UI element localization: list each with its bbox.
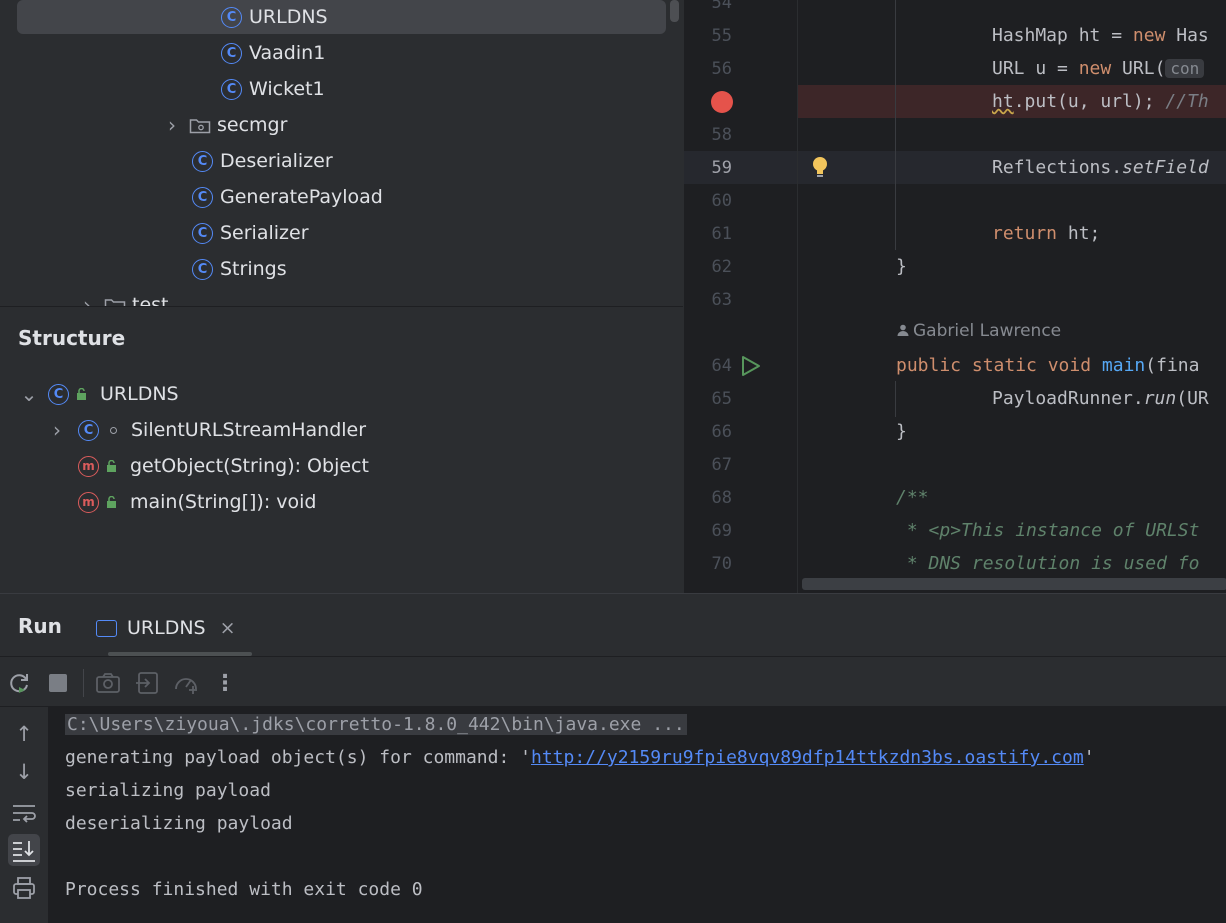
- console-line: serializing payload: [65, 780, 271, 801]
- console-line: Process finished with exit code 0: [65, 879, 423, 900]
- person-icon: [897, 324, 909, 336]
- console-side-toolbar: ↑ ↓: [0, 707, 48, 923]
- code-editor[interactable]: 54 55 56 58 59 60 61 62 63 64 65 66 67 6…: [683, 0, 1226, 593]
- tree-item-secmgr[interactable]: › secmgr: [163, 107, 287, 143]
- class-icon: C: [78, 419, 99, 441]
- structure-item-getobject[interactable]: m getObject(String): Object: [78, 448, 369, 484]
- code-line-64: public static void main(fina: [896, 355, 1200, 376]
- project-tree-panel: C URLDNS C Vaadin1 C Wicket1 › secmgr C …: [0, 0, 683, 306]
- tree-item-label: Vaadin1: [249, 42, 326, 64]
- tree-item-serializer[interactable]: C Serializer: [192, 215, 309, 251]
- run-panel-title: Run: [18, 614, 62, 638]
- tree-item-test[interactable]: › test: [78, 287, 169, 306]
- code-line-55: HashMap ht = new Has: [992, 25, 1209, 46]
- tree-item-generatepayload[interactable]: C GeneratePayload: [192, 179, 383, 215]
- chevron-right-icon[interactable]: ›: [48, 418, 66, 442]
- structure-item-label: getObject(String): Object: [130, 455, 369, 477]
- class-icon: C: [192, 258, 213, 280]
- code-line-68: /**: [896, 487, 929, 508]
- camera-icon[interactable]: [95, 670, 121, 696]
- tree-item-deserializer[interactable]: C Deserializer: [192, 143, 333, 179]
- public-lock-icon: [107, 496, 116, 508]
- run-toolbar: ⋮: [0, 656, 1226, 707]
- public-lock-icon: [107, 460, 116, 472]
- restore-layout-icon[interactable]: [135, 670, 161, 696]
- code-line-61: return ht;: [992, 223, 1101, 244]
- tree-item-label: test: [132, 294, 169, 306]
- tree-item-wicket1[interactable]: C Wicket1: [221, 71, 325, 107]
- class-icon: C: [221, 6, 242, 28]
- console-icon: [96, 619, 117, 637]
- tree-item-strings[interactable]: C Strings: [192, 251, 287, 287]
- console-link[interactable]: http://y2159ru9fpie8vqv89dfp14ttkzdn3bs.…: [531, 747, 1084, 768]
- arrow-up-icon[interactable]: ↑: [8, 718, 40, 750]
- method-icon: m: [78, 455, 99, 477]
- parameter-hint: con: [1165, 59, 1205, 78]
- console-output[interactable]: C:\Users\ziyoua\.jdks\corretto-1.8.0_442…: [48, 707, 1226, 923]
- code-line-65: PayloadRunner.run(UR: [992, 388, 1209, 409]
- stop-icon[interactable]: [45, 670, 71, 696]
- tree-scrollbar[interactable]: [670, 0, 679, 22]
- chevron-down-icon[interactable]: ⌄: [20, 382, 38, 406]
- console-command-line[interactable]: C:\Users\ziyoua\.jdks\corretto-1.8.0_442…: [65, 711, 687, 739]
- structure-item-label: main(String[]): void: [130, 491, 317, 513]
- code-line-57: ht.put(u, url); //Th: [992, 91, 1209, 112]
- console-line: deserializing payload: [65, 813, 293, 834]
- print-icon[interactable]: [8, 872, 40, 904]
- console-line: generating payload object(s) for command…: [65, 747, 1095, 768]
- class-icon: C: [192, 222, 213, 244]
- tree-item-label: URLDNS: [249, 6, 328, 28]
- class-icon: C: [221, 78, 242, 100]
- line-number: 54: [711, 0, 732, 13]
- structure-root-label: URLDNS: [100, 383, 179, 405]
- code-line-66: }: [896, 421, 907, 442]
- structure-item-silenturlstreamhandler[interactable]: › C SilentURLStreamHandler: [48, 412, 366, 448]
- structure-panel: Structure ⌄ C URLDNS › C SilentURLStream…: [0, 306, 683, 593]
- structure-root-urldns[interactable]: ⌄ C URLDNS: [20, 376, 179, 412]
- scroll-to-end-icon[interactable]: [8, 834, 40, 866]
- close-tab-icon[interactable]: ×: [220, 617, 236, 639]
- code-line-56: URL u = new URL(con: [684, 52, 1226, 85]
- tree-item-vaadin1[interactable]: C Vaadin1: [221, 35, 325, 71]
- tree-item-label: Strings: [220, 258, 287, 280]
- arrow-down-icon[interactable]: ↓: [8, 756, 40, 788]
- tree-item-label: Serializer: [220, 222, 309, 244]
- structure-title: Structure: [18, 326, 126, 350]
- code-line-69: * <p>This instance of URLSt: [896, 520, 1200, 541]
- folder-icon: [189, 118, 211, 133]
- method-icon: m: [78, 491, 99, 513]
- code-line-62: }: [896, 256, 907, 277]
- structure-item-label: SilentURLStreamHandler: [131, 419, 367, 441]
- public-lock-icon: [77, 388, 86, 400]
- soft-wrap-icon[interactable]: [8, 797, 40, 829]
- folder-icon: [104, 298, 126, 306]
- tree-item-label: secmgr: [217, 114, 288, 136]
- class-icon: C: [48, 383, 69, 405]
- tree-item-label: GeneratePayload: [220, 186, 383, 208]
- structure-item-main[interactable]: m main(String[]): void: [78, 484, 316, 520]
- toolbar-separator: [83, 669, 84, 697]
- run-tab-label: URLDNS: [127, 617, 206, 639]
- chevron-right-icon[interactable]: ›: [163, 113, 181, 137]
- more-options-icon[interactable]: ⋮: [212, 670, 238, 696]
- class-icon: C: [192, 150, 213, 172]
- class-icon: C: [221, 42, 242, 64]
- class-icon: C: [192, 186, 213, 208]
- tree-item-urldns[interactable]: C URLDNS: [17, 0, 666, 34]
- code-line-70: * DNS resolution is used fo: [896, 553, 1200, 574]
- editor-horizontal-scrollbar[interactable]: [802, 578, 1226, 590]
- tree-item-label: Wicket1: [249, 78, 325, 100]
- code-author[interactable]: Gabriel Lawrence: [897, 321, 1061, 341]
- run-panel: Run URLDNS × ⋮ ↑ ↓ C:\Users\ziyoua\.jdks…: [0, 593, 1226, 923]
- rerun-icon[interactable]: [6, 670, 32, 696]
- chevron-right-icon[interactable]: ›: [78, 293, 96, 306]
- run-tab-urldns[interactable]: URLDNS ×: [96, 608, 236, 648]
- tree-item-label: Deserializer: [220, 150, 333, 172]
- profiler-icon[interactable]: [173, 670, 199, 696]
- code-line-59: Reflections.setField: [992, 157, 1209, 178]
- package-private-icon: [110, 426, 117, 434]
